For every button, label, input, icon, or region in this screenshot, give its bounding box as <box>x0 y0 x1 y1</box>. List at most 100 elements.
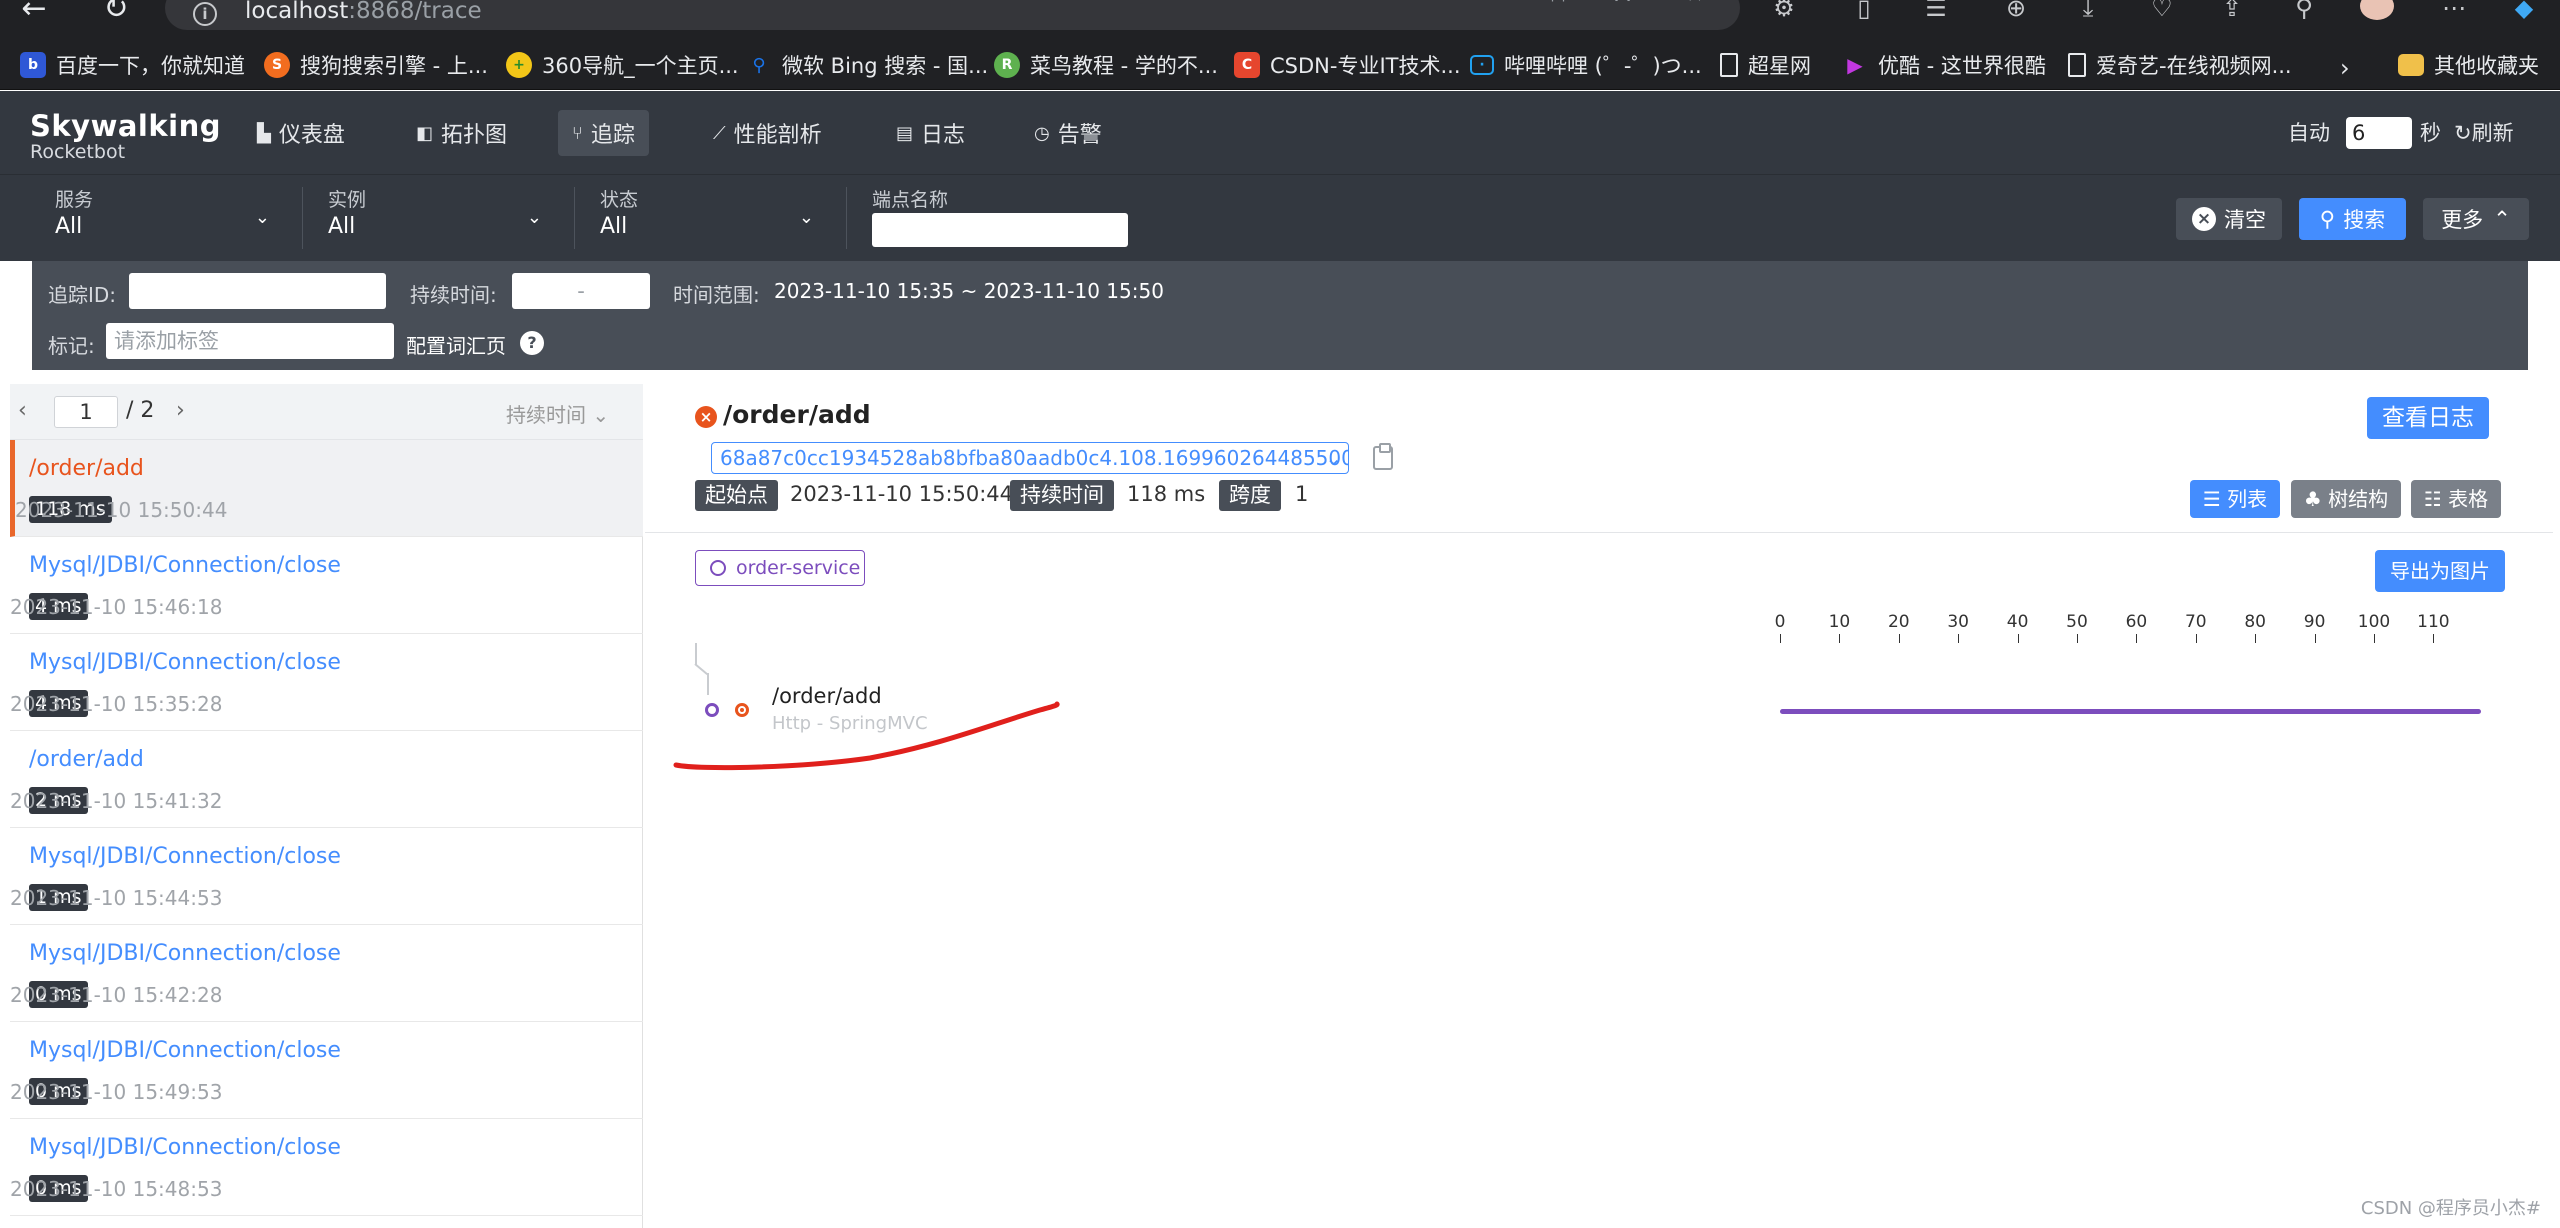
more-menu-icon[interactable]: ⋯ <box>2436 0 2472 24</box>
tree-view-button[interactable]: ♣ 树结构 <box>2291 480 2401 518</box>
status-select[interactable]: 状态 All ⌄ <box>600 185 814 251</box>
logo[interactable]: Skywalking Rocketbot <box>30 111 221 163</box>
log-icon: ▤ <box>896 122 914 144</box>
refresh-button[interactable]: ↻刷新 <box>2454 117 2514 147</box>
trace-endpoint-name[interactable]: Mysql/JDBI/Connection/close <box>29 1038 341 1063</box>
service-value: All <box>55 214 83 239</box>
performance-icon[interactable]: ♡ <box>2144 0 2180 24</box>
collections-icon[interactable]: ☰ <box>1918 0 1954 24</box>
bookmark-item[interactable]: 超星网 <box>1720 50 1811 80</box>
sort-select[interactable]: 持续时间 ⌄ <box>506 399 609 428</box>
reload-icon[interactable]: ↻ <box>96 0 136 40</box>
nav-profiling[interactable]: ⟋ 性能剖析 <box>699 110 836 156</box>
view-log-button[interactable]: 查看日志 <box>2367 397 2489 439</box>
chevron-down-icon: ⌄ <box>526 207 542 228</box>
share-icon[interactable]: ⇪ <box>2214 0 2250 24</box>
trace-list-item[interactable]: /order/add 2 ms 2023-11-10 15:41:32 <box>10 731 643 828</box>
more-button[interactable]: 更多 ⌃ <box>2423 198 2529 240</box>
span-name[interactable]: /order/add <box>772 684 882 708</box>
status-value: All <box>600 214 628 239</box>
trace-list-item[interactable]: /order/add 118 ms 2023-11-10 15:50:44 <box>10 440 643 537</box>
chevron-right-icon[interactable]: › <box>2340 54 2350 82</box>
service-tag[interactable]: order-service <box>695 550 865 586</box>
profile-switch-icon[interactable]: ⚲ <box>2286 0 2322 24</box>
duration-value: 118 ms <box>1127 482 1206 506</box>
help-icon[interactable]: ? <box>520 331 544 355</box>
auto-refresh-interval-input[interactable]: 6 <box>2346 117 2412 149</box>
bookmark-item[interactable]: 爱奇艺-在线视频网... <box>2068 50 2292 80</box>
bookmark-item[interactable]: +360导航_一个主页... <box>506 50 739 80</box>
axis-tick-label: 10 <box>1828 612 1851 632</box>
duration-range-input[interactable]: - <box>512 273 650 309</box>
bookmark-item[interactable]: ⚲ 微软 Bing 搜索 - 国... <box>746 50 988 80</box>
nav-log[interactable]: ▤ 日志 <box>882 110 979 156</box>
trace-endpoint-name[interactable]: Mysql/JDBI/Connection/close <box>29 844 341 869</box>
trace-endpoint-name[interactable]: Mysql/JDBI/Connection/close <box>29 1135 341 1160</box>
span-duration-bar[interactable] <box>1780 709 2481 714</box>
time-range-value[interactable]: 2023-11-10 15:35 ~ 2023-11-10 15:50 <box>774 279 1164 303</box>
trace-id-label: 追踪ID: <box>48 283 117 307</box>
table-view-button[interactable]: ☷ 表格 <box>2411 480 2501 518</box>
address-bar[interactable]: i localhost:8868/trace ⁂ A ☆ <box>165 0 1740 30</box>
nav-topology[interactable]: ◧ 拓扑图 <box>402 110 521 156</box>
other-bookmarks[interactable]: 其他收藏夹 <box>2398 50 2539 80</box>
trace-endpoint-name[interactable]: Mysql/JDBI/Connection/close <box>29 650 341 675</box>
download-icon[interactable]: ⤓ <box>2070 0 2106 24</box>
nav-alarm[interactable]: ◷ 告警 <box>1020 110 1116 156</box>
bookmark-item[interactable]: S 搜狗搜索引擎 - 上... <box>264 50 488 80</box>
trace-list-item[interactable]: Mysql/JDBI/Connection/close 0 ms 2023-11-1… <box>10 1022 643 1119</box>
search-icon: ⚲ <box>2319 207 2336 231</box>
advanced-filter-panel: 追踪ID: 持续时间: - 时间范围: 2023-11-10 15:35 ~ 2… <box>32 261 2528 370</box>
axis-tick-label: 20 <box>1887 612 1910 632</box>
page-input[interactable]: 1 <box>54 396 118 428</box>
duration-label: 持续时间: <box>410 283 497 307</box>
axis-tick-label: 100 <box>2357 612 2391 632</box>
trace-title: /order/add <box>723 400 871 429</box>
sogou-icon: S <box>264 52 290 78</box>
instance-select[interactable]: 实例 All ⌄ <box>328 185 542 251</box>
trace-endpoint-name[interactable]: Mysql/JDBI/Connection/close <box>29 941 341 966</box>
tags-input[interactable]: 请添加标签 <box>106 323 394 359</box>
extensions-icon[interactable]: ⚙ <box>1766 0 1802 24</box>
trace-list-item[interactable]: Mysql/JDBI/Connection/close 4 ms 2023-11-1… <box>10 537 643 634</box>
nav-dashboard[interactable]: ▙ 仪表盘 <box>243 110 359 156</box>
bookmark-item[interactable]: R 菜鸟教程 - 学的不... <box>994 50 1218 80</box>
list-view-button[interactable]: ☰ 列表 <box>2190 480 2280 518</box>
trace-list-item[interactable]: Mysql/JDBI/Connection/close 4 ms 2023-11-1… <box>10 634 643 731</box>
chevron-right-icon[interactable]: › <box>176 398 185 423</box>
trace-endpoint-name[interactable]: /order/add <box>29 747 144 772</box>
bookmark-item[interactable]: C CSDN-专业IT技术... <box>1234 50 1461 80</box>
trace-start-time: 2023-11-10 15:46:18 <box>10 595 223 619</box>
runoob-icon: R <box>994 52 1020 78</box>
bookmark-item[interactable]: ▶ 优酷 - 这世界很酷 <box>1842 50 2046 80</box>
favorite-star-icon[interactable]: ☆ <box>1685 0 1705 7</box>
service-select[interactable]: 服务 All ⌄ <box>55 185 270 251</box>
trace-list-item[interactable]: Mysql/JDBI/Connection/close 0 ms 2023-11-1… <box>10 1119 643 1216</box>
divider <box>302 187 303 249</box>
trace-endpoint-name[interactable]: /order/add <box>29 456 144 481</box>
trace-list-item[interactable]: Mysql/JDBI/Connection/close 0 ms 2023-11-1… <box>10 925 643 1022</box>
chevron-left-icon[interactable]: ‹ <box>18 398 27 423</box>
site-info-icon[interactable]: i <box>193 2 217 26</box>
avatar[interactable] <box>2360 0 2394 20</box>
nav-trace[interactable]: ⑂ 追踪 <box>558 110 649 156</box>
font-size-icon[interactable]: A <box>1615 0 1630 7</box>
copilot-icon[interactable]: ◆ <box>2506 0 2542 24</box>
back-arrow-icon[interactable]: ← <box>14 0 54 40</box>
trace-endpoint-name[interactable]: Mysql/JDBI/Connection/close <box>29 553 341 578</box>
read-aloud-icon[interactable]: ⁂ <box>1547 0 1569 7</box>
bookmark-item[interactable]: b 百度一下，你就知道 <box>20 50 245 80</box>
trace-list-item[interactable]: Mysql/JDBI/Connection/close 1 ms 2023-11-1… <box>10 828 643 925</box>
split-screen-icon[interactable]: ▯ <box>1846 0 1882 24</box>
copy-icon[interactable] <box>1373 443 1393 470</box>
service-circle-icon <box>710 560 726 576</box>
endpoint-name-input[interactable] <box>872 213 1128 247</box>
search-button[interactable]: ⚲ 搜索 <box>2299 198 2406 240</box>
config-vocabulary-link[interactable]: 配置词汇页 <box>406 330 506 359</box>
tab-add-icon[interactable]: ⊕ <box>1998 0 2034 24</box>
trace-id-input[interactable] <box>129 273 386 309</box>
clear-button[interactable]: × 清空 <box>2176 198 2282 240</box>
trace-id-select[interactable]: 68a87c0cc1934528ab8bfba80aadb0c4.108.169… <box>711 442 1349 474</box>
bookmark-item[interactable]: · 哔哩哔哩 (゜-゜)つ... <box>1470 50 1702 80</box>
export-image-button[interactable]: 导出为图片 <box>2375 550 2505 592</box>
